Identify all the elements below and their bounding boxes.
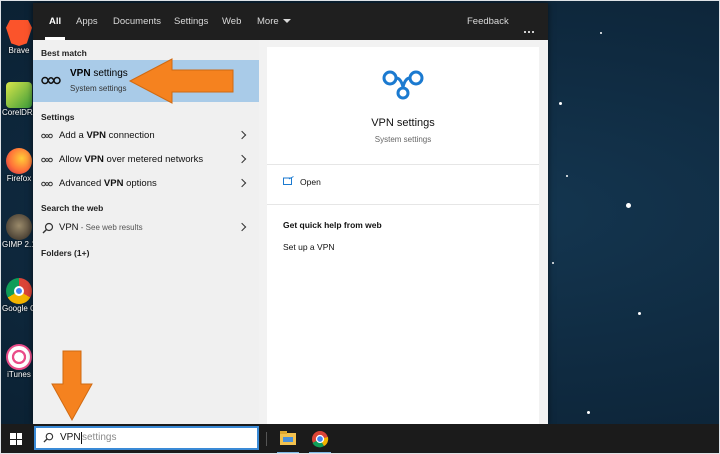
settings-heading: Settings [41,112,75,122]
best-match-heading: Best match [41,48,87,58]
taskbar-search-box[interactable]: VPN settings [34,426,259,450]
brave-icon [6,20,32,46]
chevron-down-icon [282,19,291,24]
coreldraw-icon [6,82,32,108]
divider [267,204,539,205]
chrome-icon [6,278,32,304]
vpn-icon [41,133,53,139]
best-match-title: VPN settings [70,68,128,79]
desktop-icon-coreldraw[interactable]: CorelDRAW X5 [2,82,36,117]
result-add-vpn-connection[interactable]: Add a VPN connection [33,125,259,147]
preview-title: VPN settings [371,117,435,129]
result-label: Add a VPN connection [59,130,155,141]
more-options-icon[interactable] [522,20,534,38]
start-button[interactable] [10,433,22,445]
annotation-arrow-down [51,350,93,422]
open-action[interactable]: Open [300,177,321,187]
taskbar-divider [266,432,267,446]
desktop-icon-brave[interactable]: Brave [2,20,36,55]
desktop-icon-itunes[interactable]: iTunes [2,344,36,379]
star [600,32,602,34]
chevron-right-icon [237,154,247,164]
star [638,312,641,315]
tab-all[interactable]: All [44,3,66,40]
desktop-icon-firefox[interactable]: Firefox [2,148,36,183]
tab-web[interactable]: Web [222,3,241,40]
search-input-value[interactable]: VPN [60,432,81,443]
star [559,102,562,105]
open-icon [283,176,294,185]
star [552,262,554,264]
chrome-icon [312,431,329,448]
star [566,175,568,177]
best-match-subtitle: System settings [70,84,127,93]
tab-more[interactable]: More [257,3,291,40]
desktop-icon-gimp[interactable]: GIMP 2.10 [2,214,36,249]
chevron-right-icon [237,178,247,188]
windows-logo-icon [10,433,16,439]
taskbar-chrome[interactable] [306,427,334,454]
result-advanced-vpn-options[interactable]: Advanced VPN options [33,173,259,195]
gimp-icon [6,214,32,240]
taskbar: VPN settings [0,424,720,454]
tab-settings[interactable]: Settings [174,3,208,40]
result-web-vpn[interactable]: VPN - See web results [33,217,259,239]
star [626,203,631,208]
folders-heading[interactable]: Folders (1+) [41,248,89,258]
firefox-icon [6,148,32,174]
search-icon [43,432,54,443]
vpn-icon [382,70,424,100]
chevron-right-icon [237,222,247,232]
help-heading: Get quick help from web [283,220,382,230]
vpn-icon [41,76,61,85]
chevron-right-icon [237,130,247,140]
result-label: Advanced VPN options [59,178,157,189]
result-label: Allow VPN over metered networks [59,154,204,165]
preview-subtitle: System settings [374,135,432,144]
search-panel: All Apps Documents Settings Web More Fee… [33,3,548,424]
preview-header: VPN settings System settings [267,47,539,165]
tab-apps[interactable]: Apps [76,3,98,40]
vpn-icon [41,157,53,163]
star [587,411,590,414]
desktop-icon-chrome[interactable]: Google Chrome [2,278,36,313]
result-preview-pane: VPN settings System settings Open Get qu… [267,47,539,424]
tab-more-label: More [257,16,279,27]
annotation-arrow-left [128,58,234,104]
result-allow-vpn-metered[interactable]: Allow VPN over metered networks [33,149,259,171]
search-web-heading: Search the web [41,203,104,213]
divider [267,164,539,165]
vpn-icon [41,181,53,187]
feedback-button[interactable]: Feedback [467,3,509,40]
help-link-setup-vpn[interactable]: Set up a VPN [283,242,335,252]
search-icon [42,222,54,234]
itunes-icon [6,344,32,370]
search-input-suggestion: settings [82,432,117,443]
file-explorer-icon [280,431,296,445]
result-label: VPN - See web results [59,222,143,233]
search-tabs: All Apps Documents Settings Web More Fee… [33,3,548,40]
tab-documents[interactable]: Documents [113,3,161,40]
taskbar-file-explorer[interactable] [274,427,302,454]
